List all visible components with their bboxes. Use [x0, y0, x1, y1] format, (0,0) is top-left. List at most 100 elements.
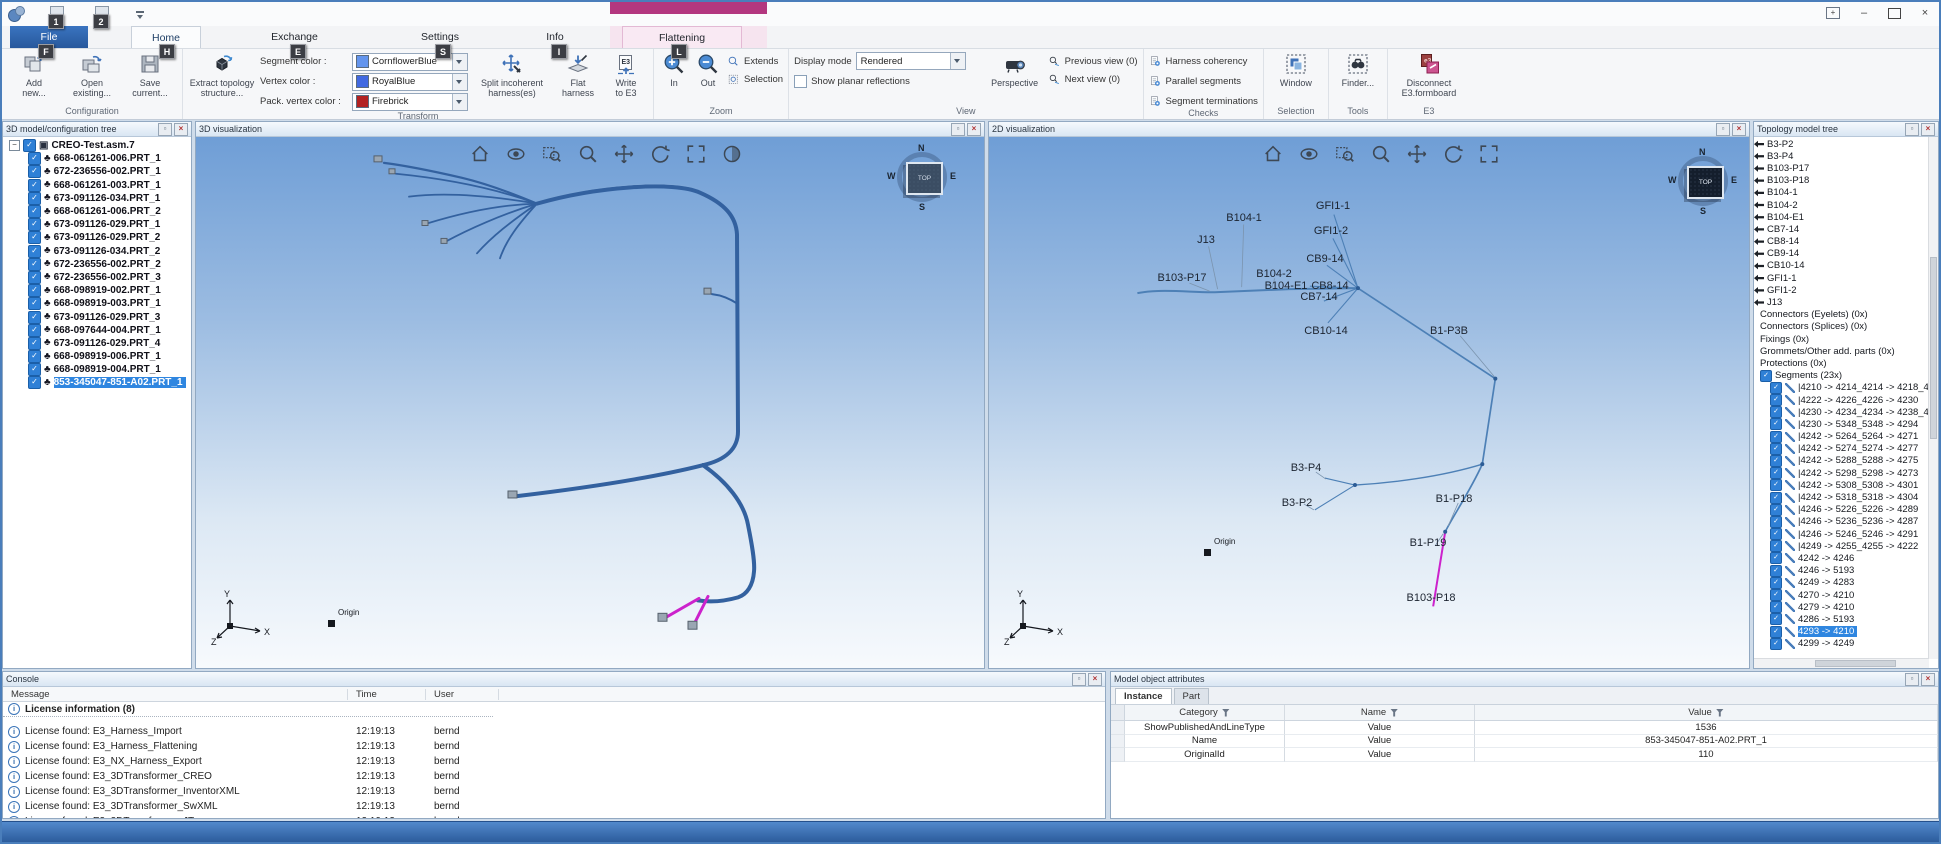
panel-close-icon[interactable]: ×: [1732, 123, 1746, 136]
console-row[interactable]: iLicense found: E3_NX_Harness_Export12:1…: [3, 754, 1105, 769]
maximize-button[interactable]: [1888, 8, 1901, 19]
segment-item[interactable]: ✓|4242 -> 5264_5264 -> 4271: [1754, 431, 1929, 443]
checkbox[interactable]: ✓: [1770, 479, 1782, 491]
fit-icon[interactable]: [685, 143, 707, 165]
checkbox[interactable]: ✓: [28, 245, 41, 258]
checkbox[interactable]: ✓: [1760, 370, 1772, 382]
console-row[interactable]: iLicense found: E3_3DTransformer_SwXML12…: [3, 799, 1105, 814]
shading-icon[interactable]: [721, 143, 743, 165]
planar-reflections-checkbox[interactable]: [794, 75, 807, 88]
pan-icon[interactable]: [613, 143, 635, 165]
tree-item[interactable]: ✓♣668-098919-002.PRT_1: [3, 284, 191, 297]
chevron-down-icon[interactable]: [452, 54, 467, 70]
node-label-j13[interactable]: J13: [1197, 234, 1215, 246]
node-label-cb10-14[interactable]: CB10-14: [1304, 325, 1347, 337]
connector-item[interactable]: CB9-14: [1754, 248, 1929, 260]
category-item[interactable]: Fixings (0x): [1754, 333, 1929, 345]
checkbox[interactable]: ✓: [1770, 382, 1782, 394]
checkbox[interactable]: ✓: [1770, 455, 1782, 467]
checkbox[interactable]: ✓: [28, 258, 41, 271]
checkbox[interactable]: ✓: [28, 165, 41, 178]
node-label-b103-p18[interactable]: B103-P18: [1407, 592, 1456, 604]
tree-item[interactable]: ✓♣668-098919-003.PRT_1: [3, 297, 191, 310]
connector-item[interactable]: CB7-14: [1754, 223, 1929, 235]
row-selector[interactable]: [1111, 748, 1125, 762]
connector-item[interactable]: CB8-14: [1754, 236, 1929, 248]
pan-icon[interactable]: [1406, 143, 1428, 165]
check-item-1[interactable]: Parallel segments: [1149, 74, 1258, 88]
tree-item[interactable]: ✓♣668-061261-006.PRT_2: [3, 205, 191, 218]
segment-item[interactable]: ✓4279 -> 4210: [1754, 601, 1929, 613]
segment-item[interactable]: ✓|4242 -> 5308_5308 -> 4301: [1754, 479, 1929, 491]
filter-icon[interactable]: [1222, 709, 1230, 717]
panel-close-icon[interactable]: ×: [1921, 673, 1935, 686]
category-item[interactable]: Connectors (Splices) (0x): [1754, 321, 1929, 333]
checkbox[interactable]: ✓: [28, 324, 41, 337]
panel-float-icon[interactable]: ▫: [1716, 123, 1730, 136]
color-select[interactable]: RoyalBlue: [352, 73, 468, 91]
checkbox[interactable]: ✓: [28, 205, 41, 218]
tab-part[interactable]: Part: [1174, 688, 1209, 704]
connector-item[interactable]: J13: [1754, 296, 1929, 308]
write-to-e3-button[interactable]: E3 Writeto E3: [604, 51, 648, 111]
checkbox[interactable]: ✓: [28, 376, 41, 389]
home-icon[interactable]: [1262, 143, 1284, 165]
rotate-icon[interactable]: [1442, 143, 1464, 165]
previous-view-button[interactable]: Previous view (0): [1048, 54, 1138, 68]
connector-item[interactable]: CB10-14: [1754, 260, 1929, 272]
segment-item[interactable]: ✓|4210 -> 4214_4214 -> 4218_421: [1754, 382, 1929, 394]
segment-item[interactable]: ✓4249 -> 4283: [1754, 577, 1929, 589]
connector-item[interactable]: B3-P2: [1754, 138, 1929, 150]
panel-float-icon[interactable]: ▫: [1905, 123, 1919, 136]
checkbox[interactable]: ✓: [28, 231, 41, 244]
segment-item[interactable]: ✓|4230 -> 4234_4234 -> 4238_423: [1754, 406, 1929, 418]
node-label-cb9-14[interactable]: CB9-14: [1306, 253, 1343, 265]
open-existing-button[interactable]: Openexisting...: [65, 51, 119, 106]
zoom-window-icon[interactable]: [1334, 143, 1356, 165]
zoom-window-icon[interactable]: [541, 143, 563, 165]
connector-item[interactable]: GFI1-1: [1754, 272, 1929, 284]
node-label-b1-p19[interactable]: B1-P19: [1410, 537, 1447, 549]
chevron-down-icon[interactable]: [452, 94, 467, 110]
segment-item[interactable]: ✓|4242 -> 5318_5318 -> 4304: [1754, 491, 1929, 503]
checkbox[interactable]: ✓: [1770, 443, 1782, 455]
checkbox[interactable]: ✓: [1770, 406, 1782, 418]
rotate-icon[interactable]: [649, 143, 671, 165]
segment-item[interactable]: ✓4242 -> 4246: [1754, 552, 1929, 564]
close-button[interactable]: ×: [1917, 6, 1933, 20]
viz3d-compass[interactable]: N W E S TOP: [890, 145, 954, 209]
segment-item[interactable]: ✓|4246 -> 5246_5246 -> 4291: [1754, 528, 1929, 540]
panel-float-icon[interactable]: ▫: [1905, 673, 1919, 686]
console-row[interactable]: iLicense found: E3_3DTransformer_CREO12:…: [3, 769, 1105, 784]
segment-item[interactable]: ✓|4230 -> 5348_5348 -> 4294: [1754, 418, 1929, 430]
tree-item[interactable]: ✓♣673-091126-029.PRT_1: [3, 218, 191, 231]
column-name[interactable]: Name: [1285, 705, 1475, 720]
tree-item[interactable]: ✓♣853-345047-851-A02.PRT_1: [3, 376, 191, 389]
checkbox[interactable]: ✓: [1770, 431, 1782, 443]
console-row[interactable]: iLicense found: E3_Harness_Import12:19:1…: [3, 724, 1105, 739]
panel-float-icon[interactable]: ▫: [951, 123, 965, 136]
connector-item[interactable]: B3-P4: [1754, 150, 1929, 162]
segment-item[interactable]: ✓|4246 -> 5226_5226 -> 4289: [1754, 504, 1929, 516]
view-orient-icon[interactable]: [1298, 143, 1320, 165]
tree-item[interactable]: ✓♣668-061261-003.PRT_1: [3, 179, 191, 192]
node-label-b103-p17[interactable]: B103-P17: [1158, 272, 1207, 284]
zoom-icon[interactable]: [1370, 143, 1392, 165]
connector-item[interactable]: B103-P18: [1754, 175, 1929, 187]
checkbox[interactable]: ✓: [1770, 552, 1782, 564]
panel-close-icon[interactable]: ×: [967, 123, 981, 136]
tree-item[interactable]: ✓♣673-091126-029.PRT_4: [3, 337, 191, 350]
compass-cube[interactable]: TOP: [1687, 166, 1724, 199]
checkbox[interactable]: ✓: [28, 363, 41, 376]
display-mode-select[interactable]: Rendered: [856, 52, 966, 70]
checkbox[interactable]: ✓: [28, 218, 41, 231]
color-select[interactable]: Firebrick: [352, 93, 468, 111]
fit-icon[interactable]: [1478, 143, 1500, 165]
tree-item[interactable]: ✓♣672-236556-002.PRT_3: [3, 271, 191, 284]
table-row[interactable]: NameValue853-345047-851-A02.PRT_1: [1111, 735, 1938, 749]
checkbox[interactable]: ✓: [1770, 589, 1782, 601]
segment-item[interactable]: ✓|4242 -> 5288_5288 -> 4275: [1754, 455, 1929, 467]
checkbox[interactable]: ✓: [1770, 577, 1782, 589]
tab-instance[interactable]: Instance: [1115, 688, 1172, 704]
check-item-2[interactable]: Segment terminations: [1149, 94, 1258, 108]
